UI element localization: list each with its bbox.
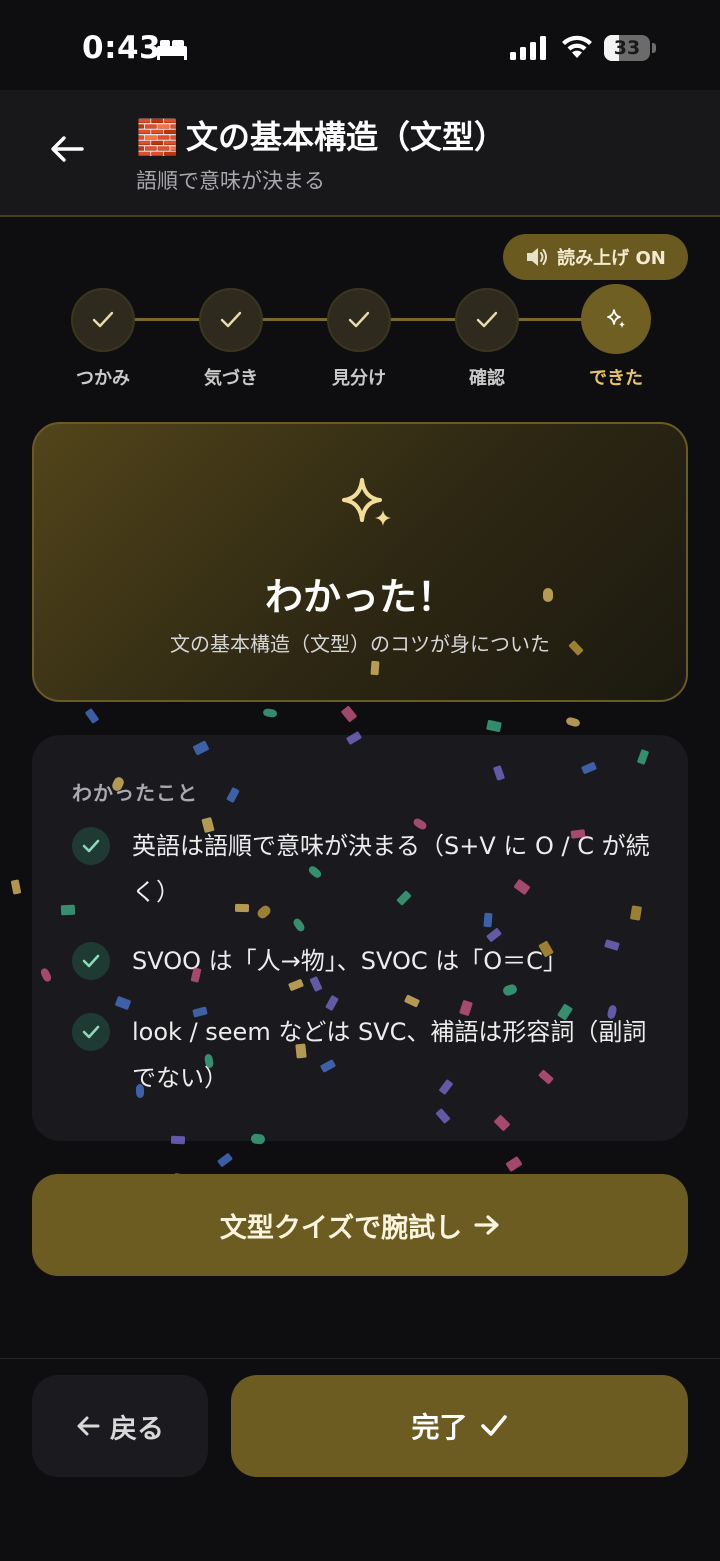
status-time: 0:43	[82, 30, 162, 66]
battery-cap	[652, 43, 656, 53]
quiz-button-label: 文型クイズで腕試し	[219, 1212, 463, 1244]
battery-percent: 33	[613, 37, 641, 59]
read-aloud-toggle[interactable]: 読み上げ ON	[503, 234, 688, 280]
learning-text: look / seem などは SVC、補語は形容詞（副詞でない）	[132, 1018, 647, 1092]
check-icon	[82, 839, 100, 853]
check-icon	[82, 1025, 100, 1039]
confetti-piece	[10, 879, 22, 895]
step-label: つかみ	[76, 368, 130, 389]
step-connector	[134, 318, 202, 321]
step-5-current	[581, 284, 651, 354]
learning-text: 英語は語順で意味が決まる（S+V に O / C が続く）	[132, 832, 650, 906]
back-button-label: 戻る	[110, 1413, 164, 1445]
arrow-right-icon	[474, 1215, 499, 1235]
step-1-done	[71, 288, 135, 352]
check-icon	[476, 311, 498, 328]
back-button[interactable]: 戻る	[32, 1375, 208, 1477]
done-button-label: 完了	[411, 1411, 468, 1444]
check-icon	[220, 311, 242, 328]
step-label: 確認	[469, 368, 505, 389]
confetti-piece	[341, 706, 357, 722]
status-bar: 0:43 33	[0, 0, 720, 90]
learning-text: SVOO は「人→物」、SVOC は「O＝C」	[132, 947, 567, 975]
bed-icon	[157, 40, 187, 60]
check-badge	[72, 1013, 110, 1051]
arrow-left-icon[interactable]	[50, 135, 84, 163]
signal-icon	[510, 36, 546, 60]
step-connector	[390, 318, 458, 321]
page-subtitle: 語順で意味が決まる	[136, 169, 325, 193]
bottom-action-bar: 戻る 完了	[0, 1358, 720, 1561]
quiz-challenge-button[interactable]: 文型クイズで腕試し	[32, 1174, 688, 1276]
step-connector	[518, 318, 584, 321]
confetti-piece	[486, 719, 502, 733]
success-description: 文の基本構造（文型）のコツが身についた	[170, 632, 550, 656]
battery-indicator: 33	[604, 35, 650, 61]
step-progress: つかみ 気づき 見分け 確認 できた	[0, 284, 720, 396]
check-icon	[348, 311, 370, 328]
arrow-left-icon	[77, 1416, 100, 1436]
confetti-piece	[566, 717, 580, 727]
confetti-piece	[217, 1153, 233, 1167]
check-icon	[92, 311, 114, 328]
confetti-piece	[85, 708, 99, 724]
done-button[interactable]: 完了	[231, 1375, 688, 1477]
success-title: わかった！	[264, 575, 455, 619]
confetti-piece	[263, 708, 277, 718]
sparkle-icon	[342, 478, 391, 526]
step-label-current: できた	[589, 368, 643, 389]
step-4-done	[455, 288, 519, 352]
confetti-piece	[505, 1156, 523, 1172]
wifi-icon	[562, 35, 592, 58]
check-icon	[480, 1415, 507, 1436]
success-card: わかった！ 文の基本構造（文型）のコツが身についた	[32, 422, 688, 702]
speaker-icon	[527, 248, 548, 266]
step-connector	[262, 318, 330, 321]
learnings-heading: わかったこと	[72, 781, 198, 805]
step-3-done	[327, 288, 391, 352]
sparkle-icon	[607, 309, 625, 328]
check-badge	[72, 942, 110, 980]
step-label: 気づき	[204, 368, 258, 389]
check-icon	[82, 954, 100, 968]
step-label: 見分け	[332, 368, 386, 389]
read-aloud-label: 読み上げ ON	[557, 248, 666, 269]
step-2-done	[199, 288, 263, 352]
learnings-card: わかったこと 英語は語順で意味が決まる（S+V に O / C が続く） SVO…	[32, 735, 688, 1141]
lesson-header: 🧱 文の基本構造（文型） 語順で意味が決まる	[0, 90, 720, 217]
check-badge	[72, 827, 110, 865]
bricks-icon: 🧱	[136, 118, 179, 158]
page-title: 文の基本構造（文型）	[186, 118, 507, 156]
